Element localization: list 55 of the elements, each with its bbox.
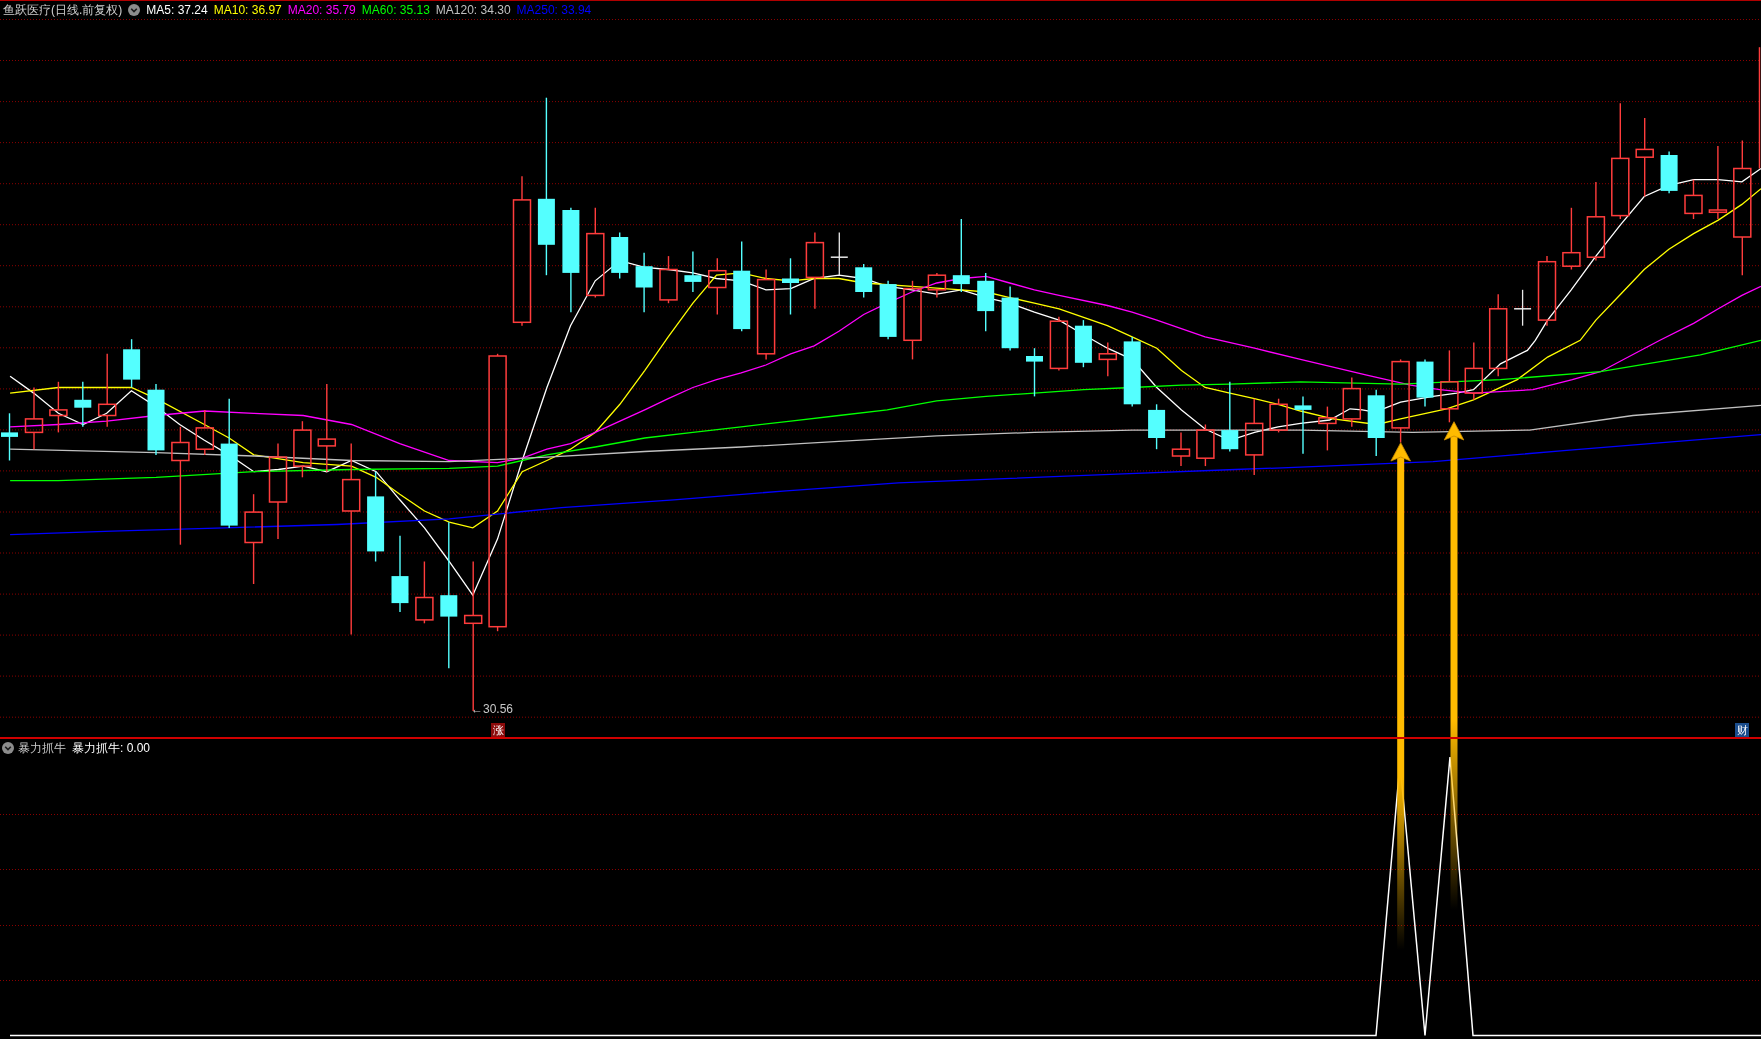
moving-average-value: MA10: 36.97 <box>213 3 282 17</box>
falling-candle <box>1123 336 1141 408</box>
falling-candle <box>977 272 995 332</box>
moving-average-value: MA250: 33.94 <box>516 3 592 17</box>
rising-candle <box>49 381 68 434</box>
chart-title: 鱼跃医疗(日线.前复权) <box>3 3 123 17</box>
falling-candle <box>1 412 18 462</box>
doji-candle <box>830 231 849 276</box>
falling-candle <box>611 231 629 280</box>
rising-candle <box>1196 423 1215 467</box>
rising-candle <box>1269 398 1288 434</box>
doji-candle <box>1513 289 1532 327</box>
indicator-readout: 暴力抓牛: 0.00 <box>72 741 151 755</box>
falling-candle <box>1221 381 1239 453</box>
rising-candle <box>1562 207 1581 271</box>
moving-average-value: MA60: 35.13 <box>361 3 430 17</box>
rising-candle <box>708 257 727 316</box>
moving-average-value: MA20: 35.79 <box>287 3 356 17</box>
falling-candle <box>123 338 141 389</box>
rising-candle <box>1171 431 1191 467</box>
falling-candle <box>684 250 702 293</box>
falling-candle <box>782 257 799 316</box>
falling-candle <box>635 252 653 313</box>
dropdown-icon[interactable] <box>2 742 14 754</box>
rising-candle <box>415 560 434 624</box>
moving-average-value: MA5: 37.24 <box>146 3 208 17</box>
falling-candle <box>74 381 92 428</box>
limit-up-badge[interactable]: 涨 <box>491 723 505 737</box>
falling-candle <box>1660 150 1678 194</box>
dropdown-icon[interactable] <box>128 4 141 16</box>
rising-candle <box>24 386 44 450</box>
rising-candle <box>1684 179 1703 220</box>
falling-candle <box>855 263 873 299</box>
indicator-name: 暴力抓牛 <box>18 741 66 755</box>
rising-candle <box>1464 341 1484 401</box>
rising-candle <box>1318 405 1337 452</box>
moving-average-value: MA120: 34.30 <box>435 3 511 17</box>
falling-candle <box>1001 285 1019 352</box>
rising-candle <box>195 409 215 456</box>
rising-candle <box>293 420 312 478</box>
rising-candle <box>1049 316 1069 372</box>
falling-candle <box>1416 358 1434 408</box>
finance-badge[interactable]: 财 <box>1735 723 1749 737</box>
rising-candle <box>1342 376 1362 428</box>
falling-candle <box>1367 389 1385 457</box>
falling-candle <box>879 280 897 340</box>
rising-candle <box>927 272 947 299</box>
rising-candle <box>1098 341 1118 377</box>
falling-candle <box>1148 403 1166 450</box>
falling-candle <box>1074 319 1092 368</box>
rising-candle <box>659 255 678 304</box>
falling-candle <box>1294 395 1312 455</box>
low-price-label: ←30.56 <box>471 702 514 716</box>
falling-candle <box>1026 347 1043 398</box>
rising-candle <box>1537 255 1557 327</box>
